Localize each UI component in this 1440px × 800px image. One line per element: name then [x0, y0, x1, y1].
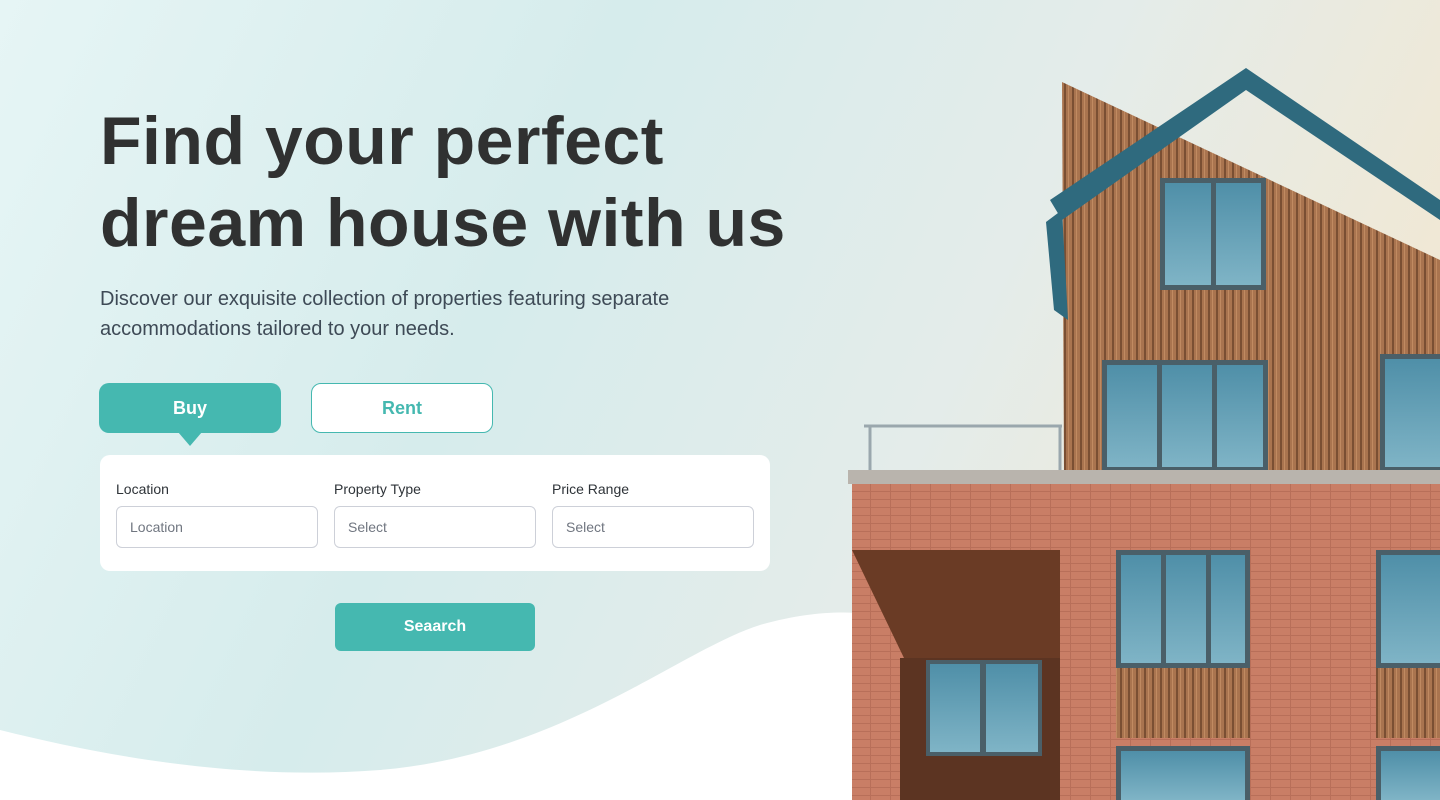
tab-rent-label: Rent — [382, 397, 422, 418]
price-range-label: Price Range — [552, 481, 630, 497]
tab-buy-label: Buy — [172, 397, 207, 418]
search-card: Location Property Type Select Price Rang… — [100, 455, 770, 571]
tab-rent[interactable]: Rent — [311, 383, 493, 433]
property-type-field-group: Property Type Select — [334, 481, 536, 548]
property-type-value: Select — [348, 519, 387, 535]
hero-title: Find your perfect dream house with us — [100, 100, 820, 264]
location-input[interactable] — [116, 506, 318, 548]
hero-title-line-2: dream house with us — [100, 185, 786, 261]
property-type-select[interactable]: Select — [334, 506, 536, 548]
location-label: Location — [116, 481, 169, 497]
price-range-value: Select — [566, 519, 605, 535]
building-image — [848, 68, 1440, 800]
price-range-field-group: Price Range Select — [552, 481, 754, 548]
tab-buy[interactable]: Buy — [99, 383, 281, 446]
property-type-label: Property Type — [334, 481, 421, 497]
location-field-group: Location — [116, 481, 318, 548]
hero-title-line-1: Find your perfect — [100, 103, 664, 179]
search-button[interactable]: Seaarch — [335, 603, 535, 651]
active-tab-pointer — [178, 432, 202, 446]
price-range-select[interactable]: Select — [552, 506, 754, 548]
hero-subtitle: Discover our exquisite collection of pro… — [100, 288, 670, 340]
